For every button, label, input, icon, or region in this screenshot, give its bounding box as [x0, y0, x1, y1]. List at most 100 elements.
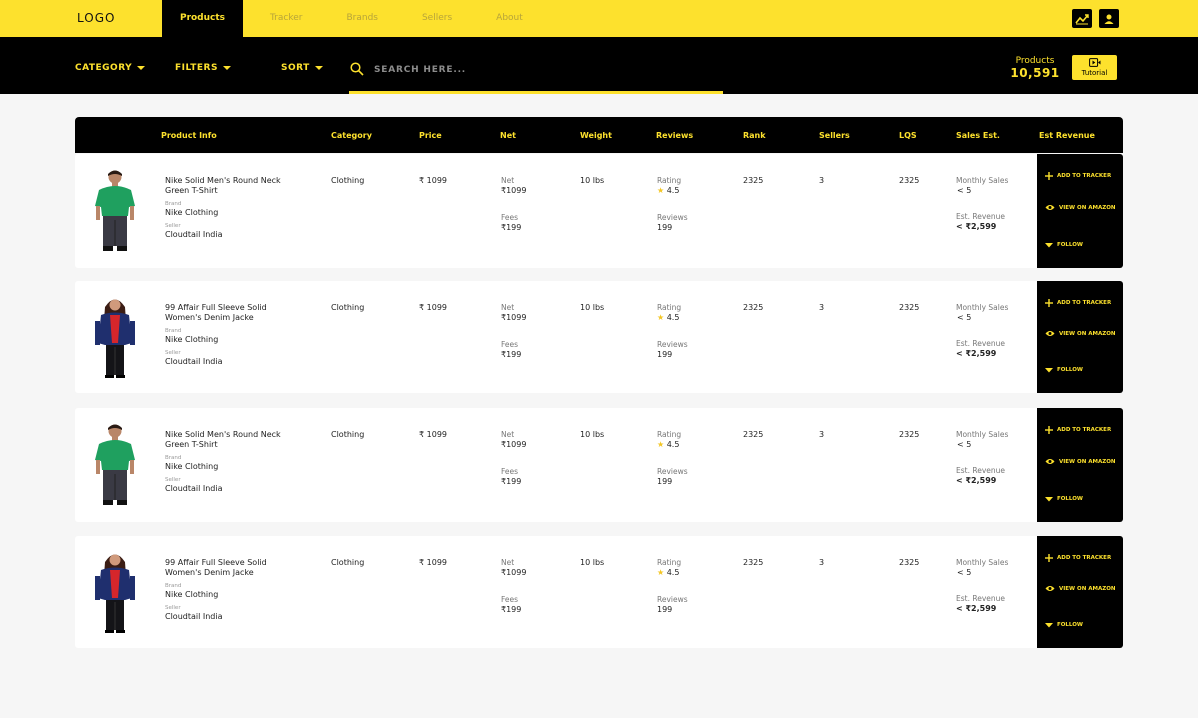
product-name-line1[interactable]: 99 Affair Full Sleeve Solid	[165, 558, 267, 568]
reviews-value: 199	[657, 477, 673, 486]
product-image-jacket[interactable]	[89, 550, 141, 634]
follow-label: FOLLOW	[1057, 367, 1083, 373]
view-on-amazon-label: VIEW ON AMAZON	[1059, 204, 1116, 211]
column-header-sellers[interactable]: Sellers	[819, 131, 850, 140]
row-actions: ADD TO TRACKER VIEW ON AMAZON FOLLOW	[1037, 536, 1123, 648]
rating-value: 4.5	[666, 186, 680, 195]
view-on-amazon-button[interactable]: VIEW ON AMAZON	[1045, 585, 1116, 592]
add-to-tracker-button[interactable]: ADD TO TRACKER	[1045, 299, 1111, 307]
monthly-sales-value: < 5	[957, 440, 972, 449]
nav-item-products[interactable]: Products	[162, 0, 243, 37]
view-on-amazon-button[interactable]: VIEW ON AMAZON	[1045, 330, 1116, 337]
product-name-line2[interactable]: Women's Denim Jacke	[165, 568, 267, 578]
column-header-weight[interactable]: Weight	[580, 131, 612, 140]
nav-item-tracker[interactable]: Tracker	[243, 0, 324, 37]
chevron-down-icon	[314, 66, 323, 70]
est-revenue-label: Est. Revenue	[956, 594, 1006, 603]
nav-item-sellers[interactable]: Sellers	[400, 0, 474, 37]
chart-icon[interactable]	[1072, 9, 1092, 28]
column-header-est-revenue[interactable]: Est Revenue	[1039, 131, 1095, 140]
product-image-jacket[interactable]	[89, 295, 141, 379]
sort-dropdown[interactable]: SORT	[281, 63, 323, 73]
column-header-reviews[interactable]: Reviews	[656, 131, 693, 140]
net-label: Net	[501, 430, 515, 439]
follow-button[interactable]: FOLLOW	[1045, 496, 1083, 502]
net-label: Net	[501, 558, 515, 567]
product-name-line1[interactable]: 99 Affair Full Sleeve Solid	[165, 303, 267, 313]
lqs-cell: 2325	[899, 558, 920, 567]
product-name-line2[interactable]: Green T-Shirt	[165, 440, 281, 450]
est-revenue-value: < ₹2,599	[956, 604, 997, 613]
view-on-amazon-label: VIEW ON AMAZON	[1059, 458, 1116, 465]
filters-dropdown-label: FILTERS	[175, 63, 218, 73]
product-image-tshirt[interactable]	[89, 168, 141, 252]
table-row: 99 Affair Full Sleeve Solid Women's Deni…	[75, 536, 1123, 648]
nav-item-brands[interactable]: Brands	[324, 0, 400, 37]
column-header-sales-est[interactable]: Sales Est.	[956, 131, 1000, 140]
product-image-tshirt[interactable]	[89, 422, 141, 506]
monthly-sales-value: < 5	[957, 568, 972, 577]
category-dropdown-label: CATEGORY	[75, 63, 133, 73]
search-icon[interactable]	[350, 62, 364, 76]
reviews-cell: Rating ★ 4.5 Reviews 199	[657, 303, 688, 360]
category-cell: Clothing	[331, 430, 365, 439]
column-header-lqs[interactable]: LQS	[899, 131, 917, 140]
search-input[interactable]	[374, 63, 694, 77]
fees-value: ₹199	[501, 223, 522, 232]
rating-value: 4.5	[666, 568, 680, 577]
star-icon: ★	[657, 568, 665, 577]
fees-label: Fees	[501, 340, 519, 349]
rank-cell: 2325	[743, 176, 764, 185]
reviews-value: 199	[657, 605, 673, 614]
net-cell: Net ₹1099 Fees ₹199	[501, 303, 526, 360]
add-to-tracker-button[interactable]: ADD TO TRACKER	[1045, 554, 1111, 562]
products-count-value: 10,591	[1010, 66, 1060, 80]
star-icon: ★	[657, 313, 665, 322]
add-to-tracker-button[interactable]: ADD TO TRACKER	[1045, 426, 1111, 434]
video-icon	[1088, 58, 1100, 67]
product-name-line1[interactable]: Nike Solid Men's Round Neck	[165, 430, 281, 440]
seller-label: Seller	[165, 605, 181, 611]
nav-item-about[interactable]: About	[474, 0, 545, 37]
follow-button[interactable]: FOLLOW	[1045, 622, 1083, 628]
category-cell: Clothing	[331, 303, 365, 312]
row-actions: ADD TO TRACKER VIEW ON AMAZON FOLLOW	[1037, 281, 1123, 393]
column-header-category[interactable]: Category	[331, 131, 372, 140]
category-dropdown[interactable]: CATEGORY	[75, 63, 146, 73]
view-on-amazon-button[interactable]: VIEW ON AMAZON	[1045, 458, 1116, 465]
rank-cell: 2325	[743, 303, 764, 312]
chevron-down-icon	[222, 66, 231, 70]
product-name-line1[interactable]: Nike Solid Men's Round Neck	[165, 176, 281, 186]
follow-button[interactable]: FOLLOW	[1045, 367, 1083, 373]
filters-dropdown[interactable]: FILTERS	[175, 63, 231, 73]
est-revenue-value: < ₹2,599	[956, 476, 997, 485]
sales-est-cell: Monthly Sales < 5 Est. Revenue < ₹2,599	[956, 558, 1008, 614]
column-header-price[interactable]: Price	[419, 131, 442, 140]
lqs-cell: 2325	[899, 303, 920, 312]
sales-est-cell: Monthly Sales < 5 Est. Revenue < ₹2,599	[956, 430, 1008, 486]
column-header-product-info[interactable]: Product Info	[161, 131, 217, 140]
follow-button[interactable]: FOLLOW	[1045, 242, 1083, 248]
brand-value: Nike Clothing	[165, 462, 219, 471]
monthly-sales-value: < 5	[957, 186, 972, 195]
product-name-line2[interactable]: Women's Denim Jacke	[165, 313, 267, 323]
table-row: 99 Affair Full Sleeve Solid Women's Deni…	[75, 281, 1123, 393]
logo[interactable]: LOGO	[77, 11, 115, 25]
column-header-net[interactable]: Net	[500, 131, 516, 140]
sales-est-cell: Monthly Sales < 5 Est. Revenue < ₹2,599	[956, 303, 1008, 359]
view-on-amazon-button[interactable]: VIEW ON AMAZON	[1045, 204, 1116, 211]
add-to-tracker-button[interactable]: ADD TO TRACKER	[1045, 172, 1111, 180]
product-name-line2[interactable]: Green T-Shirt	[165, 186, 281, 196]
brand-label: Brand	[165, 201, 182, 207]
monthly-sales-label: Monthly Sales	[956, 303, 1009, 312]
column-header-rank[interactable]: Rank	[743, 131, 766, 140]
main-nav: Products Tracker Brands Sellers About	[162, 0, 545, 37]
tutorial-button[interactable]: Tutorial	[1072, 55, 1117, 80]
fees-label: Fees	[501, 213, 519, 222]
brand-value: Nike Clothing	[165, 335, 219, 344]
table-row: Nike Solid Men's Round Neck Green T-Shir…	[75, 154, 1123, 268]
rank-cell: 2325	[743, 558, 764, 567]
user-icon[interactable]	[1099, 9, 1119, 28]
seller-label: Seller	[165, 223, 181, 229]
reviews-cell: Rating ★ 4.5 Reviews 199	[657, 176, 688, 233]
